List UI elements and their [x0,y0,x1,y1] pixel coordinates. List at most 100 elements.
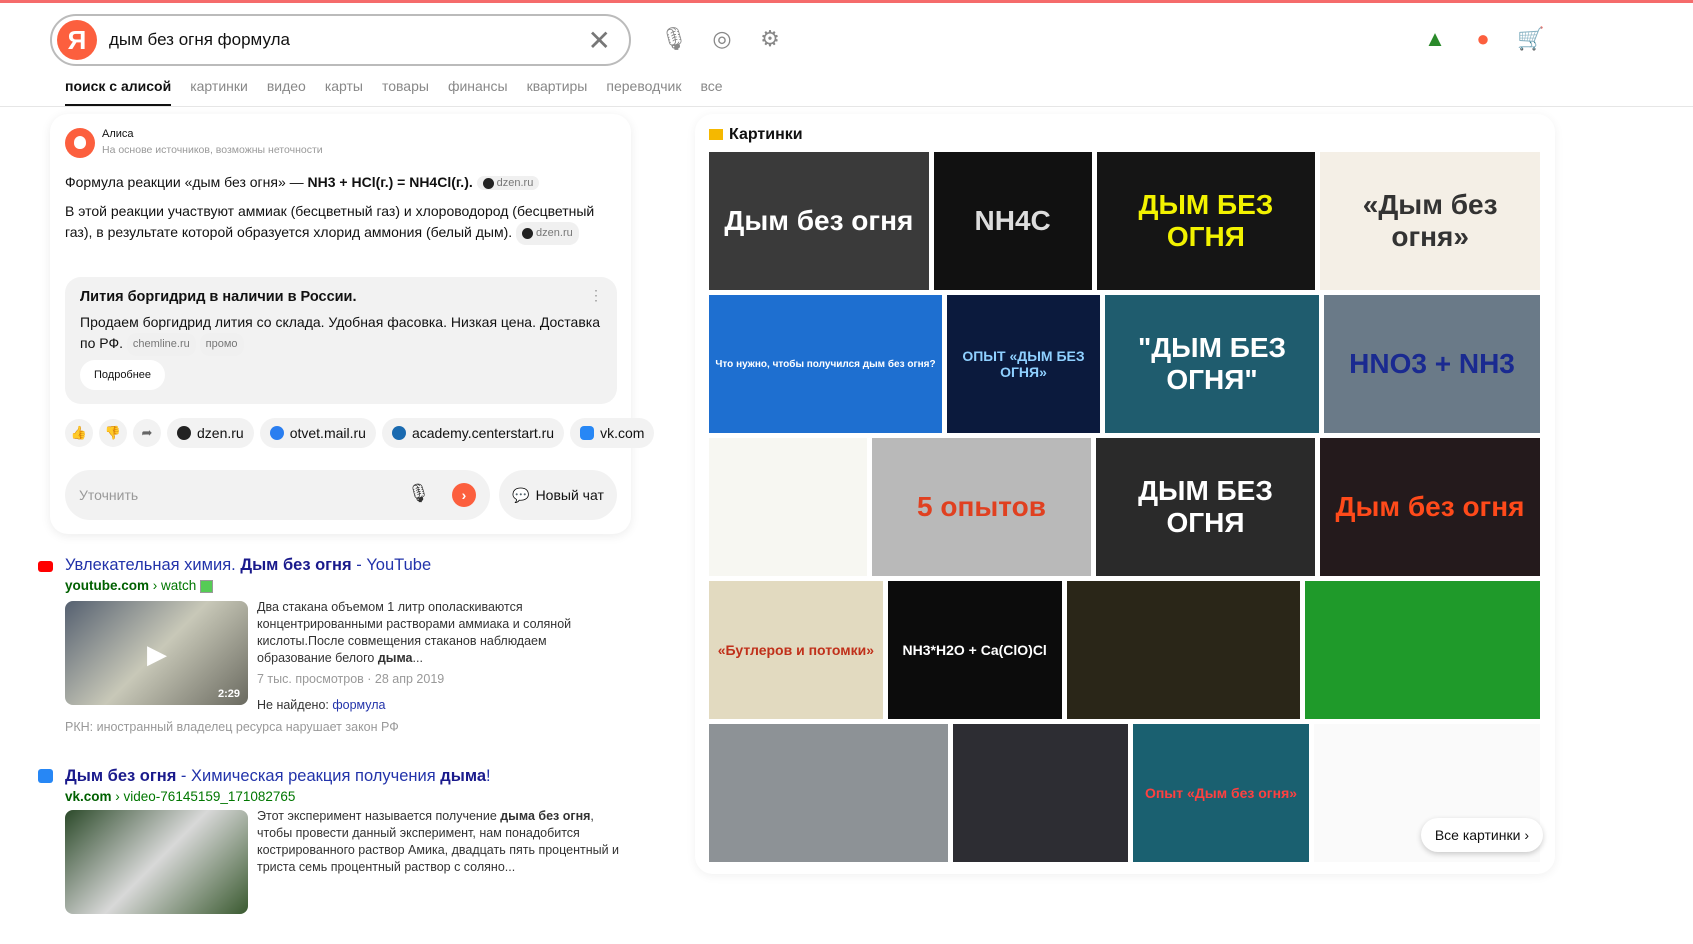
share-icon[interactable]: ➦ [133,419,161,447]
image-thumbnail[interactable]: Что нужно, чтобы получился дым без огня? [709,295,942,433]
microphone-icon[interactable]: 🎙 [660,26,688,54]
result-domain[interactable]: vk.com [65,789,112,804]
image-thumbnail[interactable] [709,438,867,576]
title-text[interactable]: Увлекательная химия. [65,556,240,574]
result-domain[interactable]: youtube.com [65,578,149,593]
thumbs-up-icon[interactable]: 👍 [65,419,93,447]
vk-icon [38,769,53,783]
tab-finance[interactable]: финансы [448,78,508,107]
cart-icon[interactable]: 🛒 [1517,26,1545,54]
alice-subtitle: На основе источников, возможны неточност… [102,144,323,156]
video-thumbnail[interactable] [65,810,248,914]
image-caption: «Бутлеров и потомки» [717,642,875,658]
image-thumbnail[interactable]: HNO3 + NH3 [1324,295,1540,433]
title-bold[interactable]: Дым без огня [65,767,176,785]
image-caption: NH4C [974,205,1051,236]
image-thumbnail[interactable]: ДЫМ БЕЗ ОГНЯ [1096,438,1315,576]
image-thumbnail[interactable]: "ДЫМ БЕЗ ОГНЯ" [1105,295,1319,433]
title-text[interactable]: - Химическая реакция получения [176,767,440,785]
image-thumbnail[interactable]: NH4C [933,152,1092,290]
source-label: academy.centerstart.ru [411,425,555,441]
source-otvet[interactable]: otvet.mail.ru [259,418,376,448]
result-path[interactable]: › watch [149,578,197,593]
tab-realty[interactable]: квартиры [527,78,588,107]
result-title[interactable]: Увлекательная химия. Дым без огня - YouT… [65,556,628,575]
result-url[interactable]: vk.com › video-76145159_171082765 [65,789,628,804]
source-chip[interactable]: dzen.ru [476,176,540,191]
ad-title[interactable]: Лития боргидрид в наличии в России. [80,289,357,305]
yandex-logo[interactable]: Я [57,20,97,60]
video-thumbnail[interactable]: ▶ 2:29 [65,601,248,705]
image-thumbnail[interactable] [953,724,1128,862]
image-thumbnail[interactable]: Опыт «Дым без огня» [1133,724,1309,862]
source-dzen[interactable]: dzen.ru [167,418,254,448]
not-found: Не найдено: формула [257,698,386,712]
ad-source-chip[interactable]: chemline.ru [126,333,196,356]
filters-icon[interactable]: ⚙ [756,26,784,54]
image-caption: ДЫМ БЕЗ ОГНЯ [1138,189,1274,252]
play-icon[interactable]: ▶ [147,639,167,670]
camera-icon[interactable]: ◎ [708,26,736,54]
answer-bold: NH3 + HCl(г.) = NH4Cl(г.). [307,174,473,190]
images-title-label[interactable]: Картинки [729,126,803,143]
tab-all[interactable]: все [700,78,722,107]
tab-video[interactable]: видео [267,78,306,107]
search-bar[interactable]: Я дым без огня формула ✕ [50,14,631,66]
title-text[interactable]: - YouTube [352,556,431,574]
snippet-text: ... [412,651,423,665]
tab-maps[interactable]: карты [325,78,363,107]
more-button[interactable]: Подробнее [80,360,166,390]
source-academy[interactable]: academy.centerstart.ru [381,418,565,448]
sources-row: 👍 👎 ➦ dzen.ru otvet.mail.ru academy.cent… [65,418,655,448]
alice-answer-card: Алиса На основе источников, возможны нет… [50,114,655,534]
image-row: Дым без огня NH4C ДЫМ БЕЗ ОГНЯ «Дым без огн… [709,152,1541,290]
tab-translate[interactable]: переводчик [606,78,681,107]
image-caption: Что нужно, чтобы получился дым без огня? [715,358,936,370]
title-text[interactable]: ! [486,767,491,785]
alice-icon[interactable]: ● [1469,26,1497,54]
image-thumbnail[interactable] [1305,581,1540,719]
tab-goods[interactable]: товары [382,78,429,107]
tab-images[interactable]: картинки [190,78,248,107]
top-accent-bar [0,0,1693,3]
alice-name: Алиса [102,128,134,140]
refine-input[interactable]: Уточнить 🎙 › [65,470,490,520]
images-title[interactable]: Картинки [709,126,803,144]
search-input[interactable]: дым без огня формула [109,30,588,50]
title-bold[interactable]: Дым без огня [240,556,351,574]
image-caption: ДЫМ БЕЗ ОГНЯ [1138,475,1273,538]
thumbs-down-icon[interactable]: 👎 [99,419,127,447]
tab-alice[interactable]: поиск с алисой [65,78,172,107]
image-thumbnail[interactable]: ДЫМ БЕЗ ОГНЯ [1096,152,1316,290]
image-thumbnail[interactable]: Дым без огня [709,152,929,290]
image-thumbnail[interactable]: ОПЫТ «ДЫМ БЕЗ ОГНЯ» [947,295,1100,433]
answer-formula: Формула реакции «дым без огня» — NH3 + H… [65,174,625,191]
vk-icon [580,426,595,440]
download-icon[interactable] [200,579,214,593]
answer-text: Формула реакции «дым без огня» — [65,174,308,190]
result-title[interactable]: Дым без огня - Химическая реакция получе… [65,767,628,786]
result-path[interactable]: › video-76145159_171082765 [112,789,295,804]
image-row: «Бутлеров и потомки» NH3*H2O + Ca(ClO)Cl [709,581,1540,719]
more-menu-icon[interactable]: ⋮ [589,287,603,304]
send-arrow-icon[interactable]: › [452,483,476,507]
close-icon[interactable]: ✕ [588,24,611,57]
image-thumbnail[interactable]: «Дым без огня» [1320,152,1541,290]
all-images-button[interactable]: Все картинки › [1420,818,1543,852]
title-bold[interactable]: дыма [440,767,486,785]
tree-icon[interactable]: ▲ [1421,26,1449,54]
not-found-word[interactable]: формула [332,698,385,712]
image-thumbnail[interactable]: Дым без огня [1320,438,1540,576]
ad-block[interactable]: Лития боргидрид в наличии в России. ⋮ Пр… [65,277,617,404]
source-chip[interactable]: dzen.ru [516,222,579,245]
new-chat-button[interactable]: 💬 Новый чат [499,470,617,520]
microphone-icon[interactable]: 🎙 [407,483,430,504]
image-thumbnail[interactable] [709,724,948,862]
image-thumbnail[interactable]: «Бутлеров и потомки» [709,581,883,719]
result-url[interactable]: youtube.com › watch [65,578,628,593]
image-thumbnail[interactable] [1066,581,1301,719]
video-duration: 2:29 [217,688,240,700]
image-thumbnail[interactable]: NH3*H2O + Ca(ClO)Cl [887,581,1062,719]
image-thumbnail[interactable]: 5 опытов [872,438,1091,576]
source-vk[interactable]: vk.com [570,418,655,448]
